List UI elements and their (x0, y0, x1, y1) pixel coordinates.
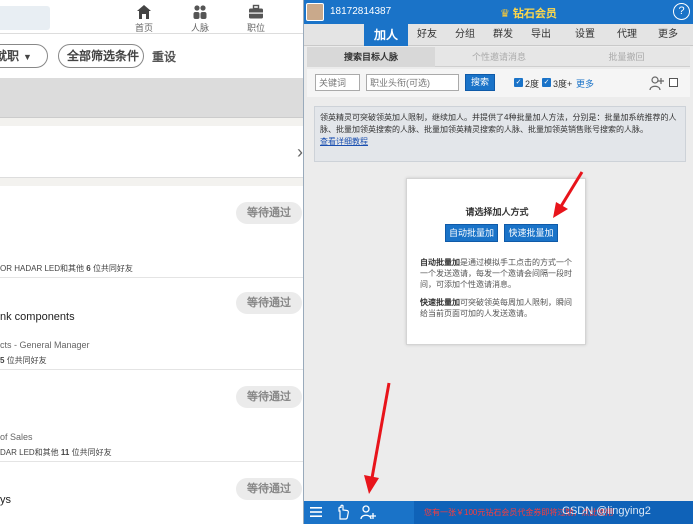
help-button[interactable]: ? (673, 3, 690, 20)
briefcase-icon (249, 4, 263, 19)
tab-export[interactable]: 导出 (522, 24, 560, 46)
nav-jobs-label: 职位 (246, 23, 265, 33)
menu-icon[interactable] (308, 504, 324, 520)
account-phone: 18172814387 (330, 6, 392, 17)
subtab-invite-message[interactable]: 个性邀请消息 (435, 47, 563, 67)
result-headline: of Sales (0, 432, 33, 442)
tutorial-link[interactable]: 查看详细教程 (320, 136, 680, 148)
result-name[interactable]: nk components (0, 311, 75, 323)
auto-description: 自动批量加是通过模拟手工点击的方式一个一个发送邀请，每发一个邀请会间隔一段时间，… (420, 258, 572, 289)
degree2-checkbox[interactable]: ✓ (514, 78, 523, 87)
promo-banner[interactable]: 您有一张￥100元钻石会员代金券即将过期，点此使用 (414, 501, 693, 524)
add-person-icon[interactable] (360, 504, 376, 520)
fast-bulk-add-button[interactable]: 快速批量加 (504, 224, 558, 242)
linkedin-page: 首页 人脉 职位 就职 ▼ 全部筛选条件 重设 › 等待通过 OR HADAR L… (0, 0, 303, 524)
collapsible-row[interactable]: › (0, 126, 303, 178)
pending-status-button[interactable]: 等待通过 (236, 292, 302, 314)
mutual-connections: DAR LED和其他 11 位共同好友 (0, 448, 112, 457)
caret-down-icon: ▼ (23, 52, 32, 62)
reset-button[interactable]: 重设 (152, 48, 176, 65)
tab-agent[interactable]: 代理 (608, 24, 646, 46)
tab-settings[interactable]: 设置 (566, 24, 604, 46)
list-item: 等待通过 ys (0, 462, 303, 524)
fast-description: 快速批量加可突破领英每周加人限制，瞬间给当前页面可加的人发送邀请。 (420, 298, 572, 318)
pending-status-button[interactable]: 等待通过 (236, 386, 302, 408)
degree3-label: 3度+ (553, 79, 573, 89)
banner (0, 78, 303, 118)
subtab-bulk-withdraw[interactable]: 批量撤回 (563, 47, 690, 67)
filter-bar: 就职 ▼ 全部筛选条件 重设 (0, 34, 303, 78)
tab-more[interactable]: 更多 (649, 24, 687, 46)
more-options-link[interactable]: 更多 (576, 77, 594, 90)
home-icon (137, 5, 151, 19)
tab-add-people[interactable]: 加人 (364, 24, 408, 46)
keyword-input[interactable] (315, 74, 360, 91)
pending-status-button[interactable]: 等待通过 (236, 202, 302, 224)
all-filters-button[interactable]: 全部筛选条件 (58, 44, 144, 68)
crown-icon: ♛ (500, 8, 510, 20)
search-input[interactable] (0, 6, 50, 30)
list-item: 等待通过 OR HADAR LED和其他 6 位共同好友 (0, 186, 303, 278)
plugin-titlebar: 18172814387 ♛ 钻石会员 ? (304, 0, 693, 24)
job-filter-dropdown[interactable]: 就职 ▼ (0, 44, 48, 68)
avatar[interactable] (306, 3, 324, 21)
mutual-connections: 5 位共同好友 (0, 356, 47, 365)
list-item: 等待通过 of Sales DAR LED和其他 11 位共同好友 (0, 370, 303, 462)
list-item: 等待通过 nk components cts - General Manager… (0, 278, 303, 370)
subtab-search-target[interactable]: 搜索目标人脉 (307, 47, 435, 67)
nav-home-label: 首页 (134, 23, 153, 33)
nav-jobs[interactable]: 职位 (236, 4, 276, 34)
hand-icon[interactable] (335, 504, 351, 520)
main-tabs: 加人 好友 分组 群发 导出 设置 代理 更多 (304, 24, 693, 46)
tab-friends[interactable]: 好友 (408, 24, 446, 46)
degree2-label: 2度 (525, 79, 540, 89)
sub-tabs: 搜索目标人脉 个性邀请消息 批量撤回 (307, 47, 690, 67)
nav-network[interactable]: 人脉 (180, 4, 220, 34)
vip-badge[interactable]: ♛ 钻石会员 (500, 5, 557, 21)
info-notice: 领英精灵可突破领英加人限制，继续加人。并提供了4种批量加人方法，分别是：批量加系… (314, 106, 686, 162)
add-method-dialog: 请选择加人方式 自动批量加 快速批量加 自动批量加是通过模拟手工点击的方式一个一… (406, 178, 586, 345)
mutual-connections: OR HADAR LED和其他 6 位共同好友 (0, 264, 133, 273)
dialog-title: 请选择加人方式 (465, 207, 529, 217)
add-user-icon[interactable] (649, 75, 665, 91)
people-icon (193, 5, 207, 19)
nav-network-label: 人脉 (190, 23, 209, 33)
vip-label: 钻石会员 (512, 8, 557, 20)
watermark: CSDN @lingying2 (562, 505, 651, 517)
plugin-panel: 18172814387 ♛ 钻石会员 ? 加人 好友 分组 群发 导出 设置 代理… (304, 0, 693, 524)
info-text: 领英精灵可突破领英加人限制，继续加人。并提供了4种批量加人方法，分别是：批量加系… (320, 113, 677, 134)
select-checkbox[interactable] (669, 78, 678, 87)
auto-bulk-add-button[interactable]: 自动批量加 (445, 224, 498, 242)
tab-groups[interactable]: 分组 (446, 24, 484, 46)
result-headline: cts - General Manager (0, 340, 90, 350)
job-filter-label: 就职 (0, 49, 20, 63)
top-navigation: 首页 人脉 职位 (0, 0, 303, 34)
nav-home[interactable]: 首页 (124, 4, 164, 34)
job-title-input[interactable] (366, 74, 459, 91)
degree3-checkbox[interactable]: ✓ (542, 78, 551, 87)
pending-status-button[interactable]: 等待通过 (236, 478, 302, 500)
result-name[interactable]: ys (0, 494, 11, 506)
search-row: 搜索 ✓ 2度 ✓ 3度+ 更多 (307, 69, 690, 97)
tab-bulk-message[interactable]: 群发 (484, 24, 522, 46)
bottom-bar: 您有一张￥100元钻石会员代金券即将过期，点此使用 CSDN @lingying… (304, 501, 693, 524)
search-button[interactable]: 搜索 (465, 74, 495, 91)
results-list: 等待通过 OR HADAR LED和其他 6 位共同好友 等待通过 nk com… (0, 186, 303, 524)
